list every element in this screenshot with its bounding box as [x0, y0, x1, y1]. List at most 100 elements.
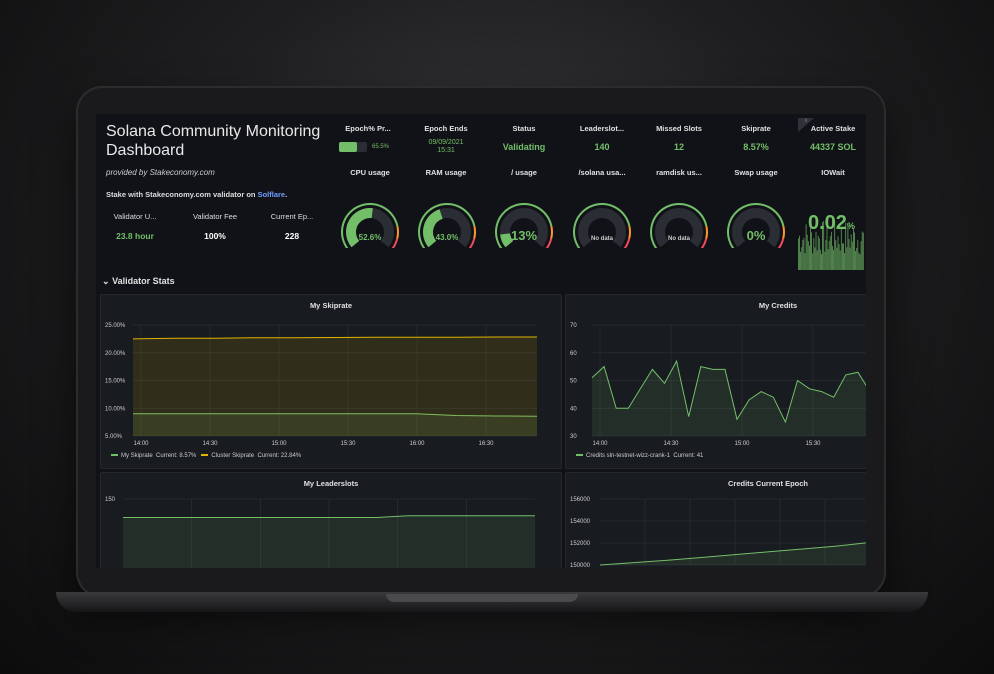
stake-prefix: Stake with Stakeconomy.com validator on [106, 190, 258, 199]
iowait-bar [862, 232, 864, 270]
iowait-bar [861, 231, 863, 270]
y-tick-label: 40 [570, 406, 577, 412]
swap-usage-gauge: 0% [727, 203, 785, 248]
legend-swatch [201, 454, 209, 457]
panel-my-skiprate: My Skiprate 25.00% 20.00% 15.00% 10.00% 5.00… [100, 294, 562, 469]
x-tick-label: 15:30 [340, 441, 356, 447]
iowait-bar [856, 247, 858, 270]
iowait-bar [827, 249, 829, 270]
legend-swatch [576, 454, 583, 457]
skiprate-chart: 25.00% 20.00% 15.00% 10.00% 5.00% 14:00 14:30 1… [105, 323, 538, 447]
x-tick-label: 14:00 [592, 441, 608, 447]
skiprate-legend: My Skiprate Current: 8.57% Cluster Skipr… [111, 453, 301, 459]
series-area [600, 542, 866, 565]
iowait-bar [816, 250, 818, 270]
current-epoch-label: Current Ep... [270, 212, 314, 221]
iowait-bar [805, 224, 807, 270]
iowait-bar [818, 238, 820, 270]
x-tick-label: 15:00 [271, 441, 287, 447]
y-tick-label: 156000 [570, 497, 591, 503]
iowait-bar [839, 250, 841, 270]
swap-usage-label: Swap usage [734, 168, 778, 177]
stake-text: Stake with Stakeconomy.com validator on … [106, 190, 287, 199]
iowait-bar [815, 231, 817, 270]
legend-name[interactable]: Cluster Skiprate [211, 453, 254, 459]
legend-name[interactable]: Credits sln-testnet-wizz-crank-1 [586, 453, 670, 459]
y-tick-label: 30 [570, 434, 577, 440]
iowait-bar [806, 234, 808, 270]
legend-current: Current: 22.84% [257, 453, 302, 459]
iowait-bar [800, 251, 801, 270]
gauge-threshold-orange [628, 225, 631, 239]
leaderslots-label: Leaderslot... [579, 124, 625, 133]
legend-name[interactable]: My Skiprate [121, 453, 153, 459]
stake-suffix: . [285, 190, 288, 199]
validator-stats-label: Validator Stats [112, 276, 175, 286]
gauge-fill [500, 233, 514, 248]
skiprate-value: 8.57% [743, 142, 769, 152]
epoch-ends-date: 09/09/2021 [428, 139, 464, 146]
y-tick-label: 50 [570, 379, 577, 385]
iowait-bar [844, 253, 845, 270]
epoch-progress-bar [339, 142, 367, 152]
iowait-bar [851, 241, 853, 270]
y-tick-label: 15.00% [105, 379, 126, 385]
solana-usage-gauge: No data [573, 203, 631, 248]
iowait-bar [849, 247, 851, 270]
iowait-label: IOWait [821, 168, 845, 177]
iowait-value: 0.02% [808, 212, 855, 235]
panel-title: My Leaderslots [303, 479, 359, 488]
missed-slots-label: Missed Slots [656, 124, 702, 133]
y-tick-label: 150000 [570, 563, 591, 568]
iowait-bar [812, 253, 814, 270]
y-tick-label: 20.00% [105, 351, 126, 357]
x-tick-label: 15:00 [734, 441, 750, 447]
gauge-value-label: 43.0% [436, 233, 459, 242]
x-tick-label: 15:30 [805, 441, 821, 447]
status-label: Status [512, 124, 536, 133]
iowait-bar [803, 237, 805, 270]
iowait-bar [813, 238, 815, 270]
epoch-progress-value: 65.5% [372, 144, 390, 150]
current-epoch-value: 228 [284, 231, 300, 241]
iowait-bar [836, 247, 838, 270]
legend-current: Current: 8.57% [156, 453, 197, 459]
validator-fee-value: 100% [204, 231, 226, 241]
gauge-threshold-orange [396, 225, 399, 239]
iowait-bar [821, 254, 822, 270]
skiprate-label: Skiprate [741, 124, 771, 133]
iowait-bar [850, 234, 852, 270]
gauge-threshold-orange [705, 225, 708, 239]
panel-title: My Skiprate [309, 301, 353, 310]
y-tick-label: 152000 [570, 541, 591, 547]
gauge-value-label: No data [591, 236, 614, 242]
validator-fee-label: Validator Fee [192, 212, 238, 221]
ramdisk-usage-label: ramdisk us... [656, 168, 702, 177]
validator-stats-row[interactable]: ⌄ Validator Stats [102, 276, 175, 287]
iowait-bar [820, 249, 821, 270]
iowait-bar [807, 241, 809, 270]
y-tick-label: 150 [105, 497, 116, 503]
epoch-progress-fill [339, 142, 358, 152]
iowait-bar [838, 244, 840, 270]
iowait-bar [801, 247, 803, 270]
provided-by-text: provided by Stakeconomy.com [106, 168, 215, 177]
legend-swatch [111, 454, 118, 457]
validator-uptime-value: 23.8 hour [116, 231, 154, 241]
gauge-threshold-orange [473, 225, 476, 239]
y-tick-label: 70 [570, 323, 577, 329]
iowait-bar [848, 239, 850, 270]
iowait-bar [831, 231, 832, 270]
root-usage-label: / usage [511, 168, 537, 177]
series-area [592, 361, 866, 436]
ramdisk-usage-gauge: No data [650, 203, 708, 248]
iowait-bar [859, 254, 861, 270]
leaderslots-value: 140 [594, 142, 610, 152]
solflare-link[interactable]: Solflare [258, 190, 286, 199]
epoch-ends-value: 09/09/2021 15:31 [410, 139, 482, 155]
x-tick-label: 14:30 [663, 441, 679, 447]
ram-usage-gauge: 43.0% [418, 203, 476, 248]
credits-chart: 70 60 50 40 30 14:00 14:30 15:00 15:30 [570, 323, 866, 447]
collapse-chevron-icon[interactable]: ⌄ [102, 276, 110, 286]
y-tick-label: 5.00% [105, 434, 123, 440]
